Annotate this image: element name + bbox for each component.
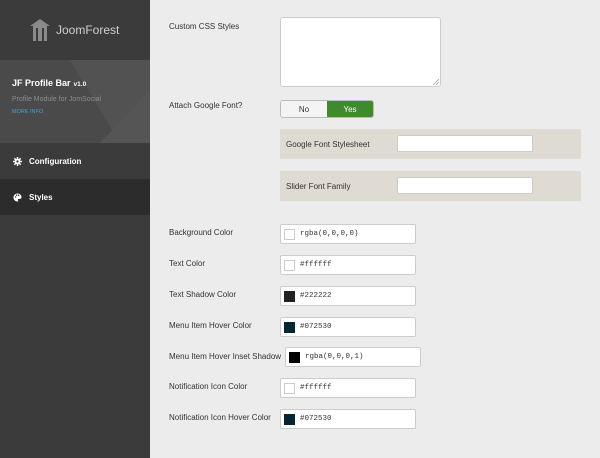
color-value: rgba(0,0,0,1) bbox=[305, 353, 364, 361]
slider-font-family-label: Slider Font Family bbox=[286, 182, 351, 191]
color-value: rgba(0,0,0,0) bbox=[300, 230, 359, 238]
module-name: JF Profile Bar bbox=[12, 78, 71, 88]
more-info-link[interactable]: MORE INFO bbox=[12, 109, 150, 115]
joomforest-logo-icon bbox=[30, 19, 50, 41]
color-value: #072530 bbox=[300, 323, 332, 331]
nav-label: Styles bbox=[29, 192, 53, 202]
google-font-stylesheet-row: Google Font Stylesheet bbox=[280, 129, 581, 159]
text-shadow-color-input[interactable]: #222222 bbox=[280, 286, 416, 306]
gear-icon bbox=[13, 156, 22, 166]
attach-font-label: Attach Google Font? bbox=[169, 101, 243, 110]
slider-font-family-row: Slider Font Family bbox=[280, 171, 581, 201]
module-subtitle: Profile Module for JomSocial bbox=[12, 96, 102, 103]
color-swatch[interactable] bbox=[284, 290, 295, 302]
google-font-stylesheet-label: Google Font Stylesheet bbox=[286, 140, 370, 149]
color-value: #222222 bbox=[300, 292, 332, 300]
attach-font-toggle: No Yes bbox=[280, 100, 374, 118]
color-label: Background Color bbox=[169, 228, 234, 237]
color-swatch[interactable] bbox=[284, 321, 295, 333]
module-info-box: JF Profile Bar v1.0 Profile Module for Jo… bbox=[0, 60, 150, 143]
toggle-yes-button[interactable]: Yes bbox=[327, 101, 373, 117]
custom-css-textarea[interactable] bbox=[280, 17, 441, 87]
nav-item-configuration[interactable]: Configuration bbox=[0, 143, 150, 179]
toggle-no-button[interactable]: No bbox=[281, 101, 327, 117]
resize-handle-icon[interactable] bbox=[433, 79, 439, 85]
custom-css-label: Custom CSS Styles bbox=[169, 22, 240, 31]
menu-item-hover-inset-shadow-input[interactable]: rgba(0,0,0,1) bbox=[285, 347, 421, 367]
module-title: JF Profile Bar v1.0 bbox=[12, 78, 150, 88]
palette-icon bbox=[13, 192, 22, 202]
sidebar: JoomForest JF Profile Bar v1.0 Profile Mo… bbox=[0, 0, 150, 458]
color-label: Notification Icon Color bbox=[169, 382, 248, 391]
nav-item-styles[interactable]: Styles bbox=[0, 179, 150, 215]
notification-icon-hover-color-input[interactable]: #072530 bbox=[280, 409, 416, 429]
color-label: Notification Icon Hover Color bbox=[169, 413, 271, 422]
color-label: Text Shadow Color bbox=[169, 290, 237, 299]
notification-icon-color-input[interactable]: #ffffff bbox=[280, 378, 416, 398]
color-swatch[interactable] bbox=[284, 259, 295, 271]
color-value: #ffffff bbox=[300, 261, 332, 269]
color-swatch[interactable] bbox=[284, 413, 295, 425]
color-label: Text Color bbox=[169, 259, 206, 268]
color-swatch[interactable] bbox=[289, 351, 300, 363]
menu-item-hover-color-input[interactable]: #072530 bbox=[280, 317, 416, 337]
color-swatch[interactable] bbox=[284, 228, 295, 240]
text-color-input[interactable]: #ffffff bbox=[280, 255, 416, 275]
color-swatch[interactable] bbox=[284, 382, 295, 394]
google-font-stylesheet-input[interactable] bbox=[397, 135, 533, 152]
slider-font-family-input[interactable] bbox=[397, 177, 533, 194]
color-label: Menu Item Hover Inset Shadow bbox=[169, 352, 282, 361]
color-value: #072530 bbox=[300, 415, 332, 423]
color-label: Menu Item Hover Color bbox=[169, 321, 252, 330]
logo-text: JoomForest bbox=[56, 23, 120, 37]
color-value: #ffffff bbox=[300, 384, 332, 392]
main-content: Custom CSS Styles Attach Google Font? No… bbox=[150, 0, 600, 458]
logo: JoomForest bbox=[0, 0, 150, 60]
module-version: v1.0 bbox=[73, 81, 87, 88]
background-color-input[interactable]: rgba(0,0,0,0) bbox=[280, 224, 416, 244]
nav-label: Configuration bbox=[29, 156, 82, 166]
